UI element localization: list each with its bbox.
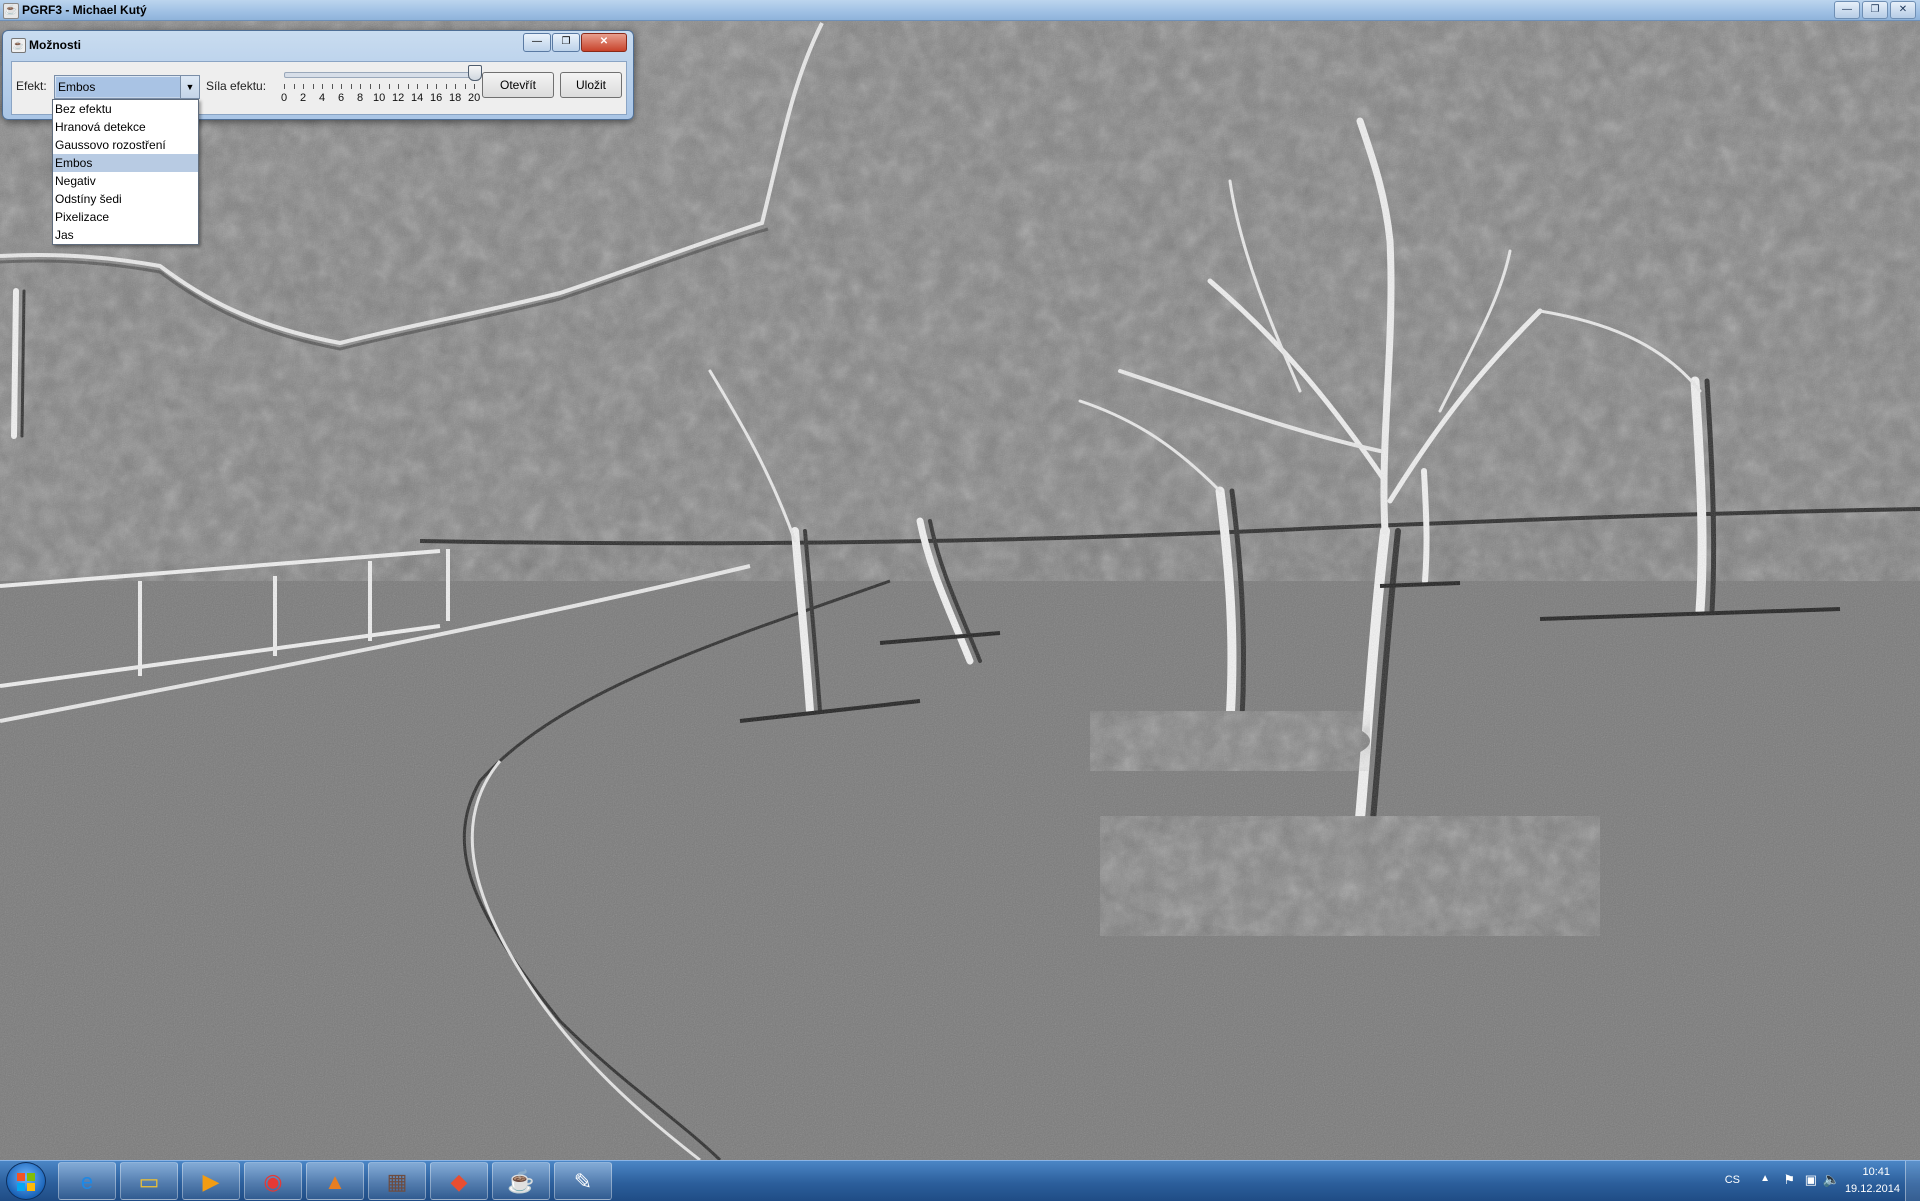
slider-tick [426,84,428,89]
slider-tick [436,84,437,89]
slider-tick [360,84,361,89]
chevron-down-icon[interactable]: ▼ [180,76,199,98]
strength-slider-ticks [284,84,475,90]
effect-option[interactable]: Odstíny šedi [53,190,198,208]
dialog-controls: — ❐ ✕ [523,33,627,52]
chrome-icon: ◉ [263,1169,283,1194]
taskbar-button[interactable]: e [58,1162,116,1200]
taskbar-button[interactable]: ▭ [120,1162,178,1200]
slider-tick [293,84,295,89]
show-desktop-button[interactable] [1905,1161,1920,1201]
embossed-image-canvas [0,21,1920,1160]
slider-tick [322,84,323,89]
java-ee-icon: ▦ [386,1169,408,1194]
taskbar-button[interactable]: ▶ [182,1162,240,1200]
slider-tick [455,84,456,89]
java-app-icon: ☕ [11,38,26,53]
taskbar: e ▭ ▶ ◉ ▲ ▦ ◆ ☕ ✎ CS ▲ ⚑ ▣ 🔈 10:41 19.12.2014 [0,1160,1920,1201]
language-indicator[interactable]: CS [1725,1174,1740,1186]
slider-tick [417,84,418,89]
embossed-park-image [0,21,1920,1160]
effect-option[interactable]: Gaussovo rozostření [53,136,198,154]
slider-tick-label: 6 [338,92,345,104]
slider-tick [474,84,475,89]
taskbar-button[interactable]: ☕ [492,1162,550,1200]
slider-tick-label: 8 [357,92,364,104]
save-button[interactable]: Uložit [560,72,622,98]
slider-tick-label: 14 [411,92,424,104]
internet-explorer-icon: e [80,1169,94,1194]
slider-tick-label: 10 [373,92,386,104]
effect-option[interactable]: Negativ [53,172,198,190]
windows-logo-icon [17,1173,35,1191]
main-window-title: PGRF3 - Michael Kutý [22,3,147,17]
slider-tick [303,84,304,89]
volume-icon[interactable]: 🔈 [1823,1171,1840,1188]
taskbar-button[interactable]: ◉ [244,1162,302,1200]
slider-tick-label: 2 [300,92,307,104]
slider-tick-label: 0 [281,92,288,104]
taskbar-button[interactable]: ◆ [430,1162,488,1200]
slider-tick-label: 12 [392,92,405,104]
dialog-close-button[interactable]: ✕ [581,33,627,52]
show-hidden-icons-icon[interactable]: ▲ [1760,1173,1770,1184]
slider-tick [350,84,352,89]
start-button[interactable] [6,1162,46,1200]
paint-icon: ✎ [573,1169,593,1194]
slider-tick [379,84,380,89]
slider-tick [284,84,285,89]
dialog-minimize-button[interactable]: — [523,33,551,52]
network-icon[interactable]: ▣ [1805,1172,1817,1188]
slider-tick [312,84,314,89]
action-center-flag-icon[interactable]: ⚑ [1783,1172,1795,1188]
effect-combobox[interactable]: Embos ▼ [54,75,200,99]
slider-tick [331,84,333,89]
strength-slider-thumb[interactable] [468,65,482,81]
effect-label: Efekt: [16,79,47,93]
close-button[interactable]: ✕ [1890,1,1916,19]
dialog-maximize-button[interactable]: ❐ [552,33,580,52]
minimize-button[interactable]: — [1834,1,1860,19]
effect-option[interactable]: Jas [53,226,198,244]
effect-selected-value: Embos [56,77,180,97]
main-window-controls: — ❐ ✕ [1834,1,1916,19]
effect-option[interactable]: Embos [53,154,198,172]
slider-tick [464,84,466,89]
taskbar-button[interactable]: ▦ [368,1162,426,1200]
strength-slider-tick-labels: 0 2 4 6 8 10 12 14 16 18 20 [278,92,488,106]
media-player-icon: ▶ [202,1169,220,1194]
clock-time[interactable]: 10:41 [1862,1166,1890,1178]
slider-tick-label: 16 [430,92,443,104]
open-button[interactable]: Otevřít [482,72,554,98]
maximize-button[interactable]: ❐ [1862,1,1888,19]
java-icon: ☕ [507,1169,535,1194]
effect-option[interactable]: Pixelizace [53,208,198,226]
file-explorer-icon: ▭ [138,1169,160,1194]
slider-tick [445,84,447,89]
main-window-titlebar[interactable]: ☕ PGRF3 - Michael Kutý — ❐ ✕ [0,0,1920,21]
effect-option[interactable]: Bez efektu [53,100,198,118]
matlab-icon: ▲ [324,1169,346,1194]
git-icon: ◆ [450,1169,468,1194]
slider-tick-label: 18 [449,92,462,104]
strength-label: Síla efektu: [206,79,267,93]
slider-tick [407,84,409,89]
slider-tick-label: 20 [468,92,481,104]
slider-tick-label: 4 [319,92,326,104]
slider-tick [341,84,342,89]
effect-dropdown-list[interactable]: Bez efektu Hranová detekce Gaussovo rozost… [52,99,199,245]
slider-tick [398,84,399,89]
strength-slider-track[interactable] [284,72,476,78]
taskbar-button[interactable]: ✎ [554,1162,612,1200]
effect-option[interactable]: Hranová detekce [53,118,198,136]
dialog-title: Možnosti [29,38,81,52]
slider-tick [369,84,371,89]
slider-tick [388,84,390,89]
clock-date[interactable]: 19.12.2014 [1845,1183,1900,1195]
java-app-icon: ☕ [3,3,19,19]
taskbar-button[interactable]: ▲ [306,1162,364,1200]
